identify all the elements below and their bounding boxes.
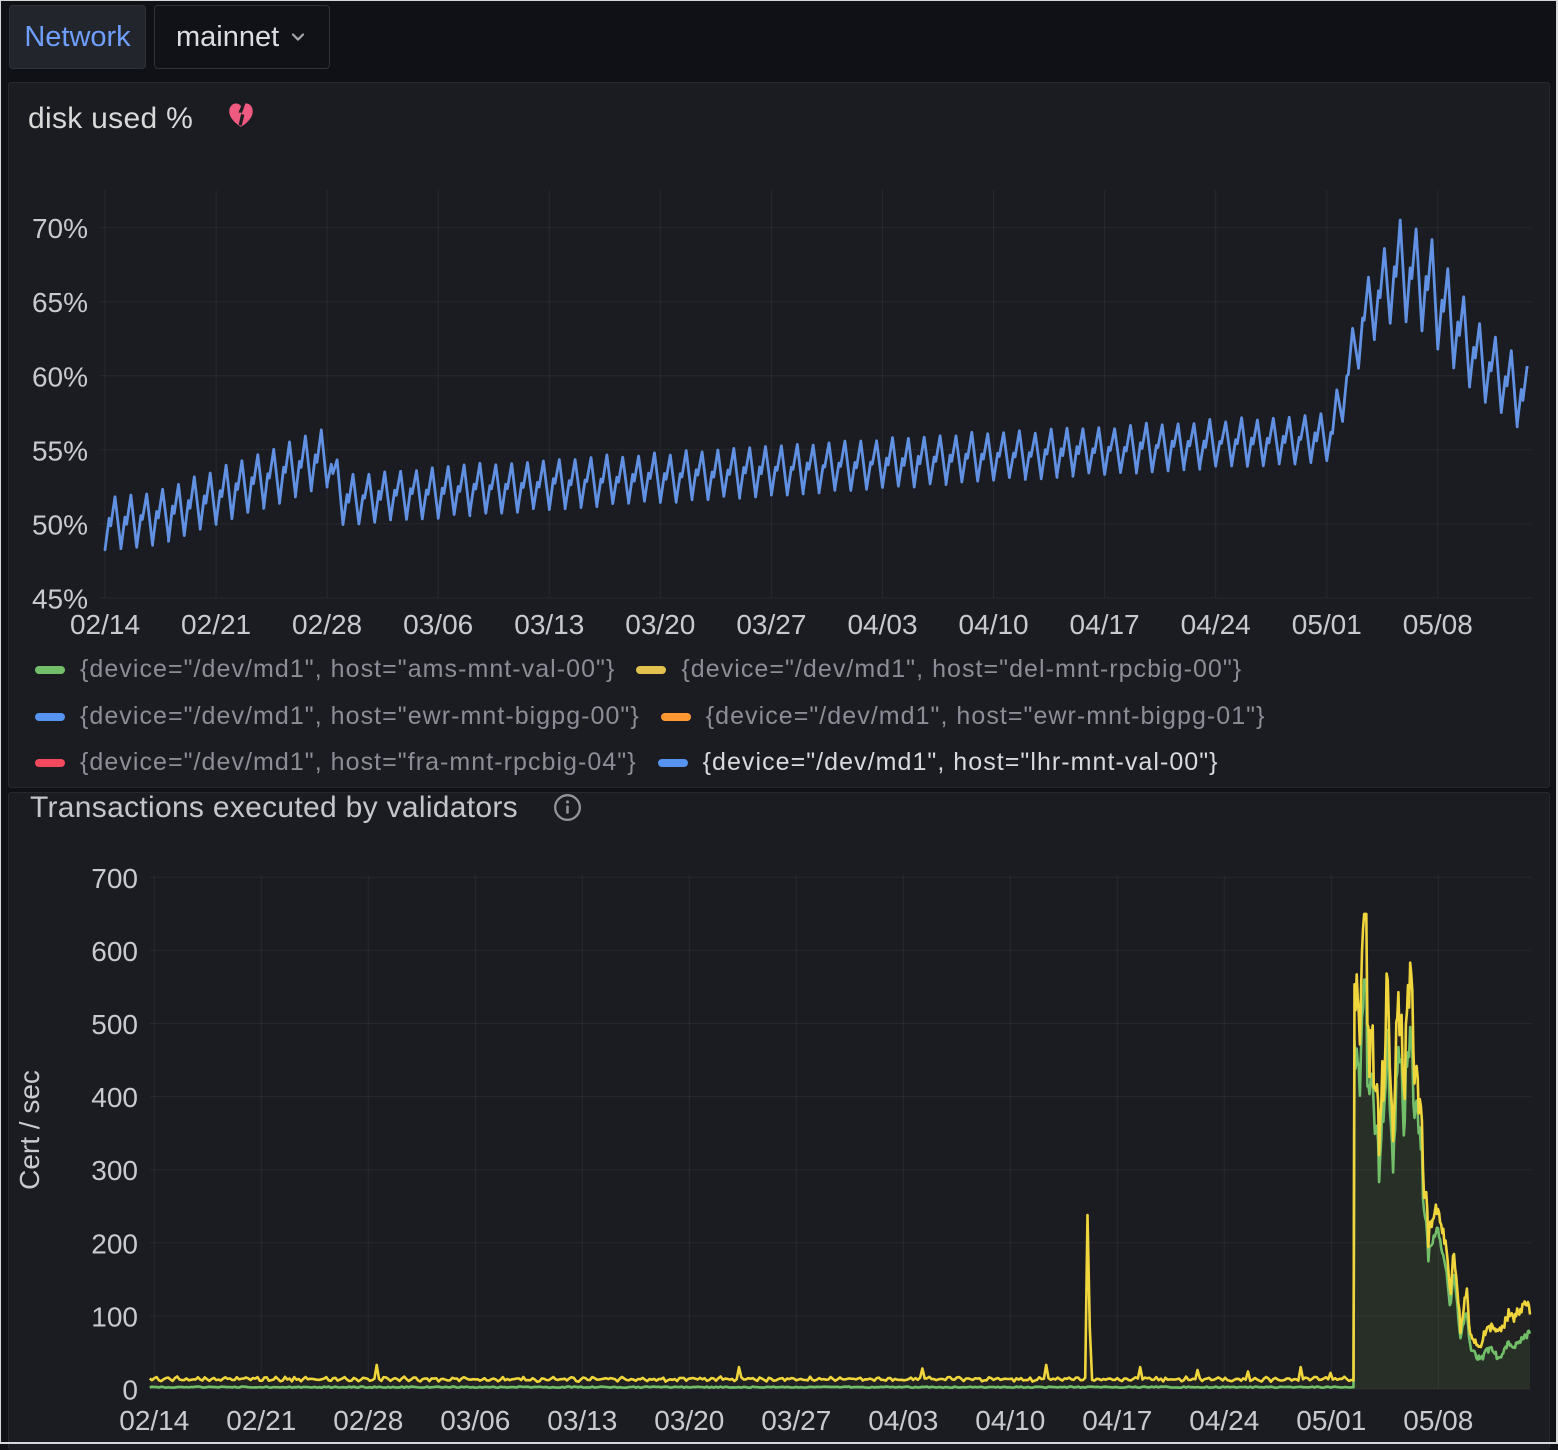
svg-text:02/14: 02/14 [119,1405,189,1436]
svg-text:55%: 55% [32,435,88,466]
svg-text:05/01: 05/01 [1296,1405,1366,1436]
svg-text:03/20: 03/20 [654,1405,724,1436]
svg-text:03/27: 03/27 [761,1405,831,1436]
svg-text:03/27: 03/27 [736,609,806,640]
svg-text:03/13: 03/13 [547,1405,617,1436]
svg-text:400: 400 [91,1082,138,1113]
svg-text:04/24: 04/24 [1181,609,1251,640]
svg-text:04/10: 04/10 [959,609,1029,640]
svg-text:02/21: 02/21 [226,1405,296,1436]
svg-text:03/06: 03/06 [440,1405,510,1436]
svg-text:04/03: 04/03 [847,609,917,640]
svg-text:04/17: 04/17 [1082,1405,1152,1436]
svg-text:04/10: 04/10 [975,1405,1045,1436]
svg-text:02/14: 02/14 [70,609,140,640]
svg-text:300: 300 [91,1155,138,1186]
svg-text:600: 600 [91,936,138,967]
svg-text:03/13: 03/13 [514,609,584,640]
svg-text:0: 0 [122,1375,138,1406]
svg-text:04/03: 04/03 [868,1405,938,1436]
svg-text:05/08: 05/08 [1403,1405,1473,1436]
svg-text:500: 500 [91,1009,138,1040]
svg-text:Cert / sec: Cert / sec [14,1070,45,1190]
svg-text:65%: 65% [32,287,88,318]
svg-text:50%: 50% [32,509,88,540]
svg-text:200: 200 [91,1228,138,1259]
svg-text:02/21: 02/21 [181,609,251,640]
svg-text:05/08: 05/08 [1403,609,1473,640]
svg-text:04/24: 04/24 [1189,1405,1259,1436]
svg-text:04/17: 04/17 [1070,609,1140,640]
svg-text:100: 100 [91,1301,138,1332]
svg-text:02/28: 02/28 [292,609,362,640]
svg-text:02/28: 02/28 [333,1405,403,1436]
svg-text:05/01: 05/01 [1292,609,1362,640]
svg-text:70%: 70% [32,213,88,244]
svg-text:03/20: 03/20 [625,609,695,640]
svg-text:700: 700 [91,863,138,894]
svg-text:60%: 60% [32,361,88,392]
svg-text:03/06: 03/06 [403,609,473,640]
